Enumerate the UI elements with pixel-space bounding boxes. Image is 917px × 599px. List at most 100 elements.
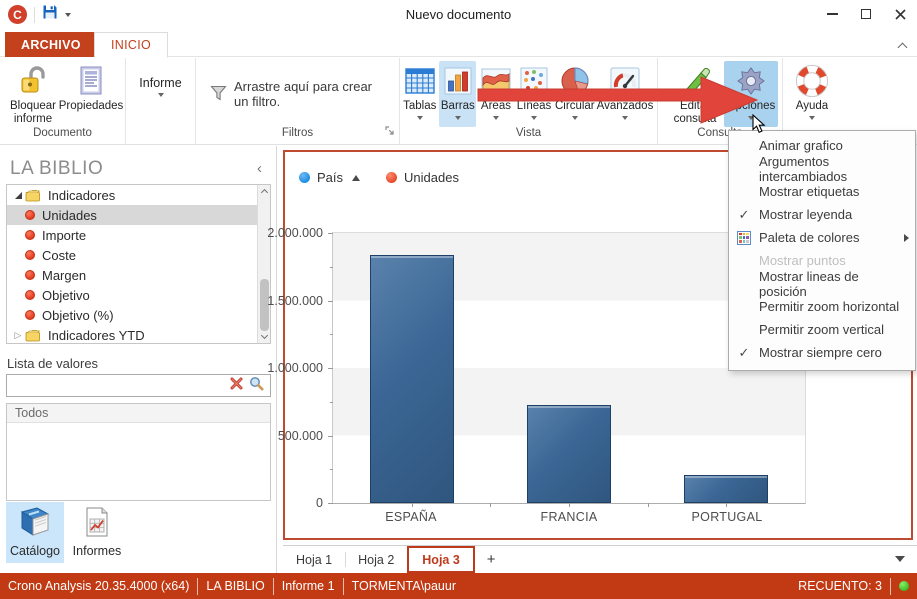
tree-item-margen[interactable]: Margen <box>7 265 257 285</box>
menu-item-argumentos-intercambiados[interactable]: Argumentos intercambiados <box>729 157 915 180</box>
values-search-input[interactable] <box>6 374 271 397</box>
informes-label: Informes <box>73 544 122 558</box>
ribbon-group-documento: Bloquear informe Propiedades Documento <box>0 58 126 144</box>
menu-item-label: Mostrar puntos <box>759 253 846 268</box>
search-icon[interactable] <box>249 376 264 396</box>
gauge-icon <box>610 63 640 99</box>
indicator-dot-icon <box>25 250 35 260</box>
tree-item-label: Indicadores <box>48 188 115 203</box>
dialog-launcher-icon[interactable] <box>385 123 395 141</box>
button-label: Propiedades <box>59 100 124 113</box>
chevron-down-icon <box>748 116 754 120</box>
bloquear-informe-button[interactable]: Bloquear informe <box>4 61 62 127</box>
catalogo-button[interactable]: Catálogo <box>6 502 64 563</box>
ribbon-tab-row: ARCHIVO INICIO <box>0 30 917 57</box>
button-label: Informe <box>139 76 181 90</box>
quick-access-dropdown-icon[interactable] <box>65 13 71 17</box>
values-list-header[interactable]: Todos <box>7 404 270 423</box>
tab-inicio[interactable]: INICIO <box>94 32 168 58</box>
menu-item-mostrar-lineas-de-posicion[interactable]: Mostrar lineas de posición <box>729 272 915 295</box>
menu-item-mostrar-siempre-cero[interactable]: ✓Mostrar siempre cero <box>729 341 915 364</box>
ribbon-group-filtros: Arrastre aquí para crear un filtro. Filt… <box>196 58 400 144</box>
tree-item-indicadores-ytd[interactable]: ▷ Indicadores YTD <box>7 325 257 344</box>
status-user: TORMENTA\pauur <box>352 579 456 593</box>
divider <box>197 578 198 595</box>
tree-collapsed-icon[interactable]: ▷ <box>11 330 25 341</box>
barras-button[interactable]: Barras <box>439 61 476 127</box>
y-tick-label: 1.500.000 <box>253 294 323 308</box>
sheet-tab-hoja3[interactable]: Hoja 3 <box>407 546 475 573</box>
lineas-button[interactable]: Líneas <box>515 61 552 127</box>
tree-item-unidades[interactable]: Unidades <box>7 205 257 225</box>
ayuda-button[interactable]: Ayuda <box>787 61 837 127</box>
menu-item-permitir-zoom-vertical[interactable]: Permitir zoom vertical <box>729 318 915 341</box>
app-logo-icon[interactable]: C <box>8 5 27 24</box>
tree-item-objetivo[interactable]: Objetivo <box>7 285 257 305</box>
areas-button[interactable]: Áreas <box>478 61 513 127</box>
filter-hint-text: Arrastre aquí para crear un filtro. <box>234 79 385 109</box>
catalogo-label: Catálogo <box>10 544 60 558</box>
sheet-tab-hoja2[interactable]: Hoja 2 <box>345 546 407 573</box>
tree-item-indicadores[interactable]: Indicadores <box>7 185 257 205</box>
status-bar: Crono Analysis 20.35.4000 (x64) LA BIBLI… <box>0 573 917 599</box>
menu-item-label: Animar grafico <box>759 138 843 153</box>
clear-search-icon[interactable] <box>230 377 243 395</box>
funnel-icon <box>210 85 227 104</box>
informes-button[interactable]: Informes <box>68 502 126 563</box>
button-label: Barras <box>441 100 475 113</box>
tree-scrollbar[interactable] <box>257 185 270 343</box>
legend-item-unidades[interactable]: Unidades <box>386 170 459 185</box>
tree-item-label: Objetivo <box>42 288 90 303</box>
tablas-button[interactable]: Tablas <box>402 61 437 127</box>
report-chart-icon <box>84 506 110 541</box>
status-report: Informe 1 <box>282 579 335 593</box>
menu-item-label: Mostrar leyenda <box>759 207 852 222</box>
button-label: Editar consulta <box>666 100 724 126</box>
tree-item-objetivo-pct[interactable]: Objetivo (%) <box>7 305 257 325</box>
informe-dropdown-button[interactable]: Informe <box>131 73 191 133</box>
minimize-button[interactable] <box>815 0 849 28</box>
tree-item-importe[interactable]: Importe <box>7 225 257 245</box>
x-axis-labels: ESPAÑA FRANCIA PORTUGAL <box>332 510 806 524</box>
sheet-list-dropdown-icon[interactable] <box>895 556 905 562</box>
save-icon[interactable] <box>42 4 58 25</box>
values-list[interactable]: Todos <box>6 403 271 501</box>
close-button[interactable] <box>883 0 917 28</box>
editar-consulta-button[interactable]: Editar consulta <box>666 61 724 127</box>
menu-item-label: Mostrar lineas de posición <box>759 269 909 299</box>
menu-item-mostrar-leyenda[interactable]: ✓Mostrar leyenda <box>729 203 915 226</box>
sidebar-bottom-toolbar: Catálogo Informes <box>6 502 126 563</box>
minimize-icon <box>827 13 838 15</box>
scroll-up-icon[interactable] <box>258 185 271 198</box>
status-record-count: RECUENTO: 3 <box>798 579 882 593</box>
divider <box>343 578 344 595</box>
propiedades-button[interactable]: Propiedades <box>62 61 120 127</box>
menu-item-permitir-zoom-horizontal[interactable]: Permitir zoom horizontal <box>729 295 915 318</box>
maximize-button[interactable] <box>849 0 883 28</box>
folder-icon <box>25 189 42 202</box>
button-label: Circular <box>555 100 595 113</box>
indicator-dot-icon <box>25 230 35 240</box>
tree-item-coste[interactable]: Coste <box>7 245 257 265</box>
circular-button[interactable]: Circular <box>554 61 595 127</box>
tab-archivo[interactable]: ARCHIVO <box>5 32 97 57</box>
sidebar-collapse-icon[interactable]: ‹ <box>257 160 262 177</box>
button-label: Áreas <box>481 100 511 113</box>
tree-item-label: Objetivo (%) <box>42 308 114 323</box>
x-tick <box>648 503 649 507</box>
tree-item-label: Margen <box>42 268 86 283</box>
filter-drop-zone[interactable]: Arrastre aquí para crear un filtro. <box>200 79 395 109</box>
scroll-down-icon[interactable] <box>258 330 271 343</box>
collapse-ribbon-button[interactable] <box>899 38 907 46</box>
chevron-down-icon <box>417 116 423 120</box>
avanzados-button[interactable]: Avanzados <box>597 61 653 127</box>
add-sheet-button[interactable]: + <box>475 546 508 573</box>
menu-item-label: Argumentos intercambiados <box>759 154 909 184</box>
legend-item-pais[interactable]: País <box>299 170 360 185</box>
opciones-button[interactable]: Opciones <box>724 61 778 127</box>
tree-expanded-icon[interactable] <box>11 192 25 199</box>
menu-item-paleta-de-colores[interactable]: Paleta de colores <box>729 226 915 249</box>
x-tick <box>569 503 570 507</box>
y-tick-label: 500.000 <box>253 429 323 443</box>
sheet-tab-hoja1[interactable]: Hoja 1 <box>283 546 345 573</box>
